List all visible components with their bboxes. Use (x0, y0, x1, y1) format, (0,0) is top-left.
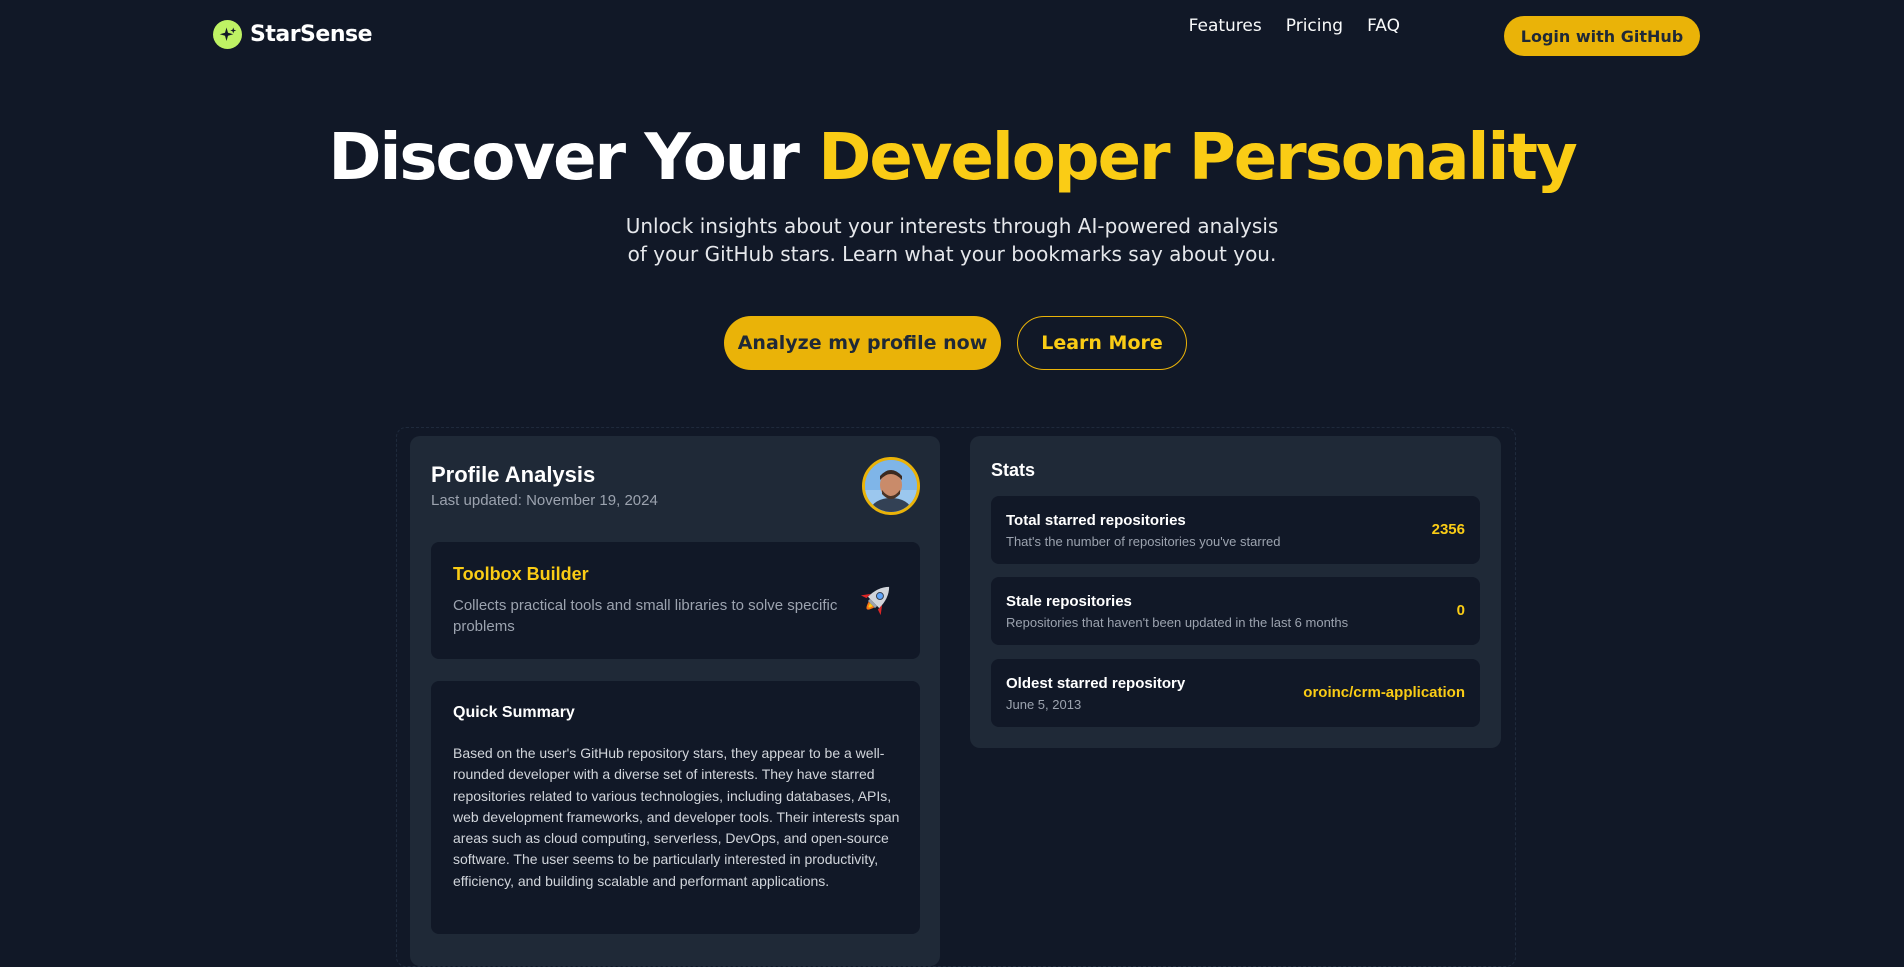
stat-description: That's the number of repositories you've… (1006, 534, 1281, 549)
top-nav: StarSense Features Pricing FAQ Login wit… (0, 0, 1904, 72)
nav-links: Features Pricing FAQ (1189, 16, 1400, 36)
stat-label: Total starred repositories (1006, 512, 1186, 529)
brand-name: StarSense (250, 22, 373, 47)
quick-summary-card: Quick Summary Based on the user's GitHub… (431, 681, 920, 934)
stat-label: Oldest starred repository (1006, 675, 1186, 692)
hero-title-accent: Developer Personality (818, 121, 1577, 195)
quick-summary-title: Quick Summary (453, 704, 575, 721)
nav-link-faq[interactable]: FAQ (1367, 16, 1400, 36)
login-github-button[interactable]: Login with GitHub (1504, 16, 1700, 56)
brand-logo[interactable]: StarSense (213, 20, 373, 49)
last-updated: Last updated: November 19, 2024 (431, 492, 658, 509)
rocket-icon (851, 577, 899, 625)
nav-link-features[interactable]: Features (1189, 16, 1262, 36)
hero-title-plain: Discover Your (328, 121, 819, 195)
avatar (862, 457, 920, 515)
stats-title: Stats (991, 460, 1036, 480)
stats-panel: Stats Total starred repositories That's … (970, 436, 1501, 748)
stat-label: Stale repositories (1006, 593, 1132, 610)
persona-card: Toolbox Builder Collects practical tools… (431, 542, 920, 659)
hero-subtitle: Unlock insights about your interests thr… (625, 214, 1279, 266)
nav-link-pricing[interactable]: Pricing (1286, 16, 1343, 36)
persona-name: Toolbox Builder (453, 564, 589, 584)
stat-description: June 5, 2013 (1006, 697, 1082, 712)
learn-more-button[interactable]: Learn More (1017, 316, 1187, 370)
stat-oldest-starred: Oldest starred repository June 5, 2013 o… (991, 659, 1480, 727)
stat-value: 2356 (1431, 521, 1465, 538)
quick-summary-text: Based on the user's GitHub repository st… (453, 745, 900, 889)
stat-value: 0 (1456, 602, 1465, 619)
profile-analysis-panel: Profile Analysis Last updated: November … (410, 436, 940, 966)
stat-total-starred: Total starred repositories That's the nu… (991, 496, 1480, 564)
profile-analysis-title: Profile Analysis (431, 462, 596, 487)
stat-description: Repositories that haven't been updated i… (1006, 615, 1349, 630)
persona-description: Collects practical tools and small libra… (453, 597, 838, 635)
analyze-profile-button[interactable]: Analyze my profile now (724, 316, 1001, 370)
hero-title: Discover Your Developer Personality (0, 118, 1904, 198)
stat-stale-repositories: Stale repositories Repositories that hav… (991, 577, 1480, 645)
oldest-repo-link[interactable]: oroinc/crm-application (1303, 684, 1465, 701)
sparkle-icon (213, 20, 242, 49)
